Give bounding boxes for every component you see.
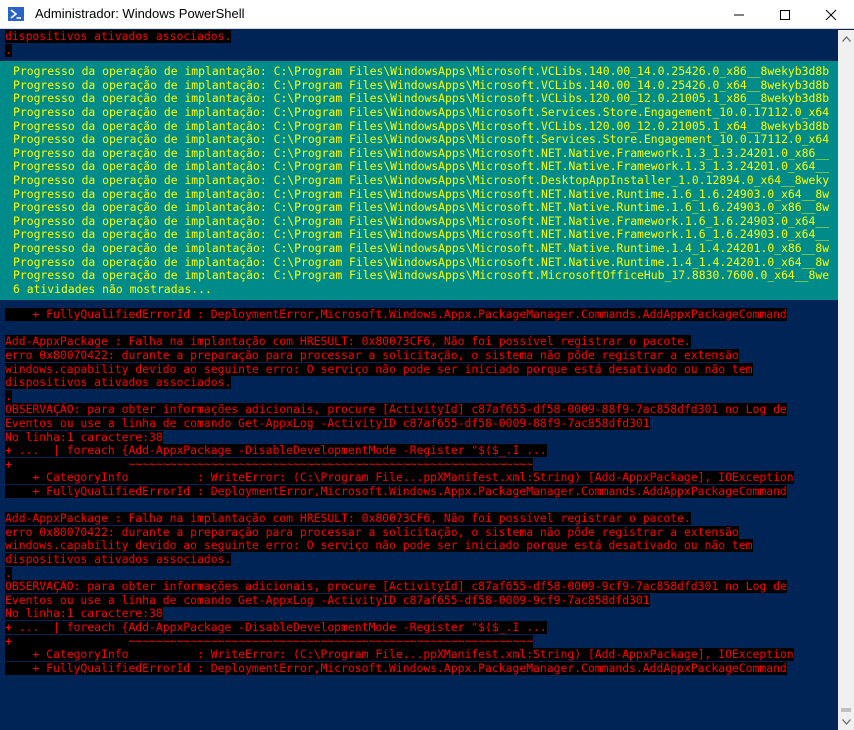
title-bar[interactable]: Administrador: Windows PowerShell	[0, 0, 854, 29]
window-title: Administrador: Windows PowerShell	[35, 6, 245, 21]
error-line: OBSERVAÇÃO: para obter informações adici…	[5, 403, 787, 417]
progress-line: Progresso da operação de implantação: C:…	[13, 187, 830, 201]
error-line: dispositivos ativados associados.	[5, 30, 232, 43]
progress-line: Progresso da operação de implantação: C:…	[13, 78, 830, 92]
chevron-down-icon	[841, 718, 851, 725]
error-line: .	[5, 566, 12, 580]
error-line: OBSERVAÇÃO: para obter informações adici…	[5, 580, 787, 594]
error-line: windows.capability devido ao seguinte er…	[5, 362, 753, 376]
maximize-button[interactable]	[762, 0, 808, 29]
chevron-up-icon	[841, 35, 851, 42]
error-line: + FullyQualifiedErrorId : DeploymentErro…	[5, 308, 787, 322]
progress-line: Progresso da operação de implantação: C:…	[13, 160, 830, 174]
close-button[interactable]	[808, 0, 854, 29]
progress-line: Progresso da operação de implantação: C:…	[13, 92, 830, 106]
error-line: + CategoryInfo : WriteError: (C:\Program…	[5, 471, 794, 485]
error-line: Add-AppxPackage : Falha na implantação c…	[5, 335, 691, 349]
error-line: dispositivos ativados associados.	[5, 376, 232, 390]
progress-line: Progresso da operação de implantação: C:…	[13, 269, 830, 283]
close-icon	[825, 9, 837, 20]
minimize-button[interactable]	[716, 0, 762, 29]
minimize-icon	[734, 14, 744, 15]
error-line: erro 0x80070422: durante a preparação pa…	[5, 349, 739, 363]
progress-line: Progresso da operação de implantação: C:…	[13, 228, 830, 242]
error-line: .	[5, 389, 12, 403]
scroll-down-button[interactable]	[838, 713, 854, 730]
progress-line: Progresso da operação de implantação: C:…	[13, 201, 830, 215]
progress-line: Progresso da operação de implantação: C:…	[13, 146, 830, 160]
error-line: + ~~~~~~~~~~~~~~~~~~~~~~~~~~~~~~~~~~~~~~…	[5, 634, 534, 648]
scroll-up-button[interactable]	[838, 30, 854, 47]
error-line: + ~~~~~~~~~~~~~~~~~~~~~~~~~~~~~~~~~~~~~~…	[5, 457, 534, 471]
error-line: Add-AppxPackage : Falha na implantação c…	[5, 512, 691, 526]
error-line: No linha:1 caractere:38	[5, 430, 163, 444]
error-line: windows.capability devido ao seguinte er…	[5, 539, 753, 553]
powershell-icon	[8, 7, 24, 21]
progress-line: Progresso da operação de implantação: C:…	[13, 241, 830, 255]
error-line: + ... | foreach {Add-AppxPackage -Disabl…	[5, 444, 547, 458]
progress-line: Progresso da operação de implantação: C:…	[13, 133, 830, 147]
error-line: + FullyQualifiedErrorId : DeploymentErro…	[5, 485, 787, 498]
maximize-icon	[780, 9, 790, 20]
progress-line: 6 atividades não mostradas...	[13, 282, 212, 296]
console-output[interactable]: dispositivos ativados associados.. Progr…	[0, 30, 838, 730]
error-line: + CategoryInfo : WriteError: (C:\Program…	[5, 648, 794, 662]
progress-line: Progresso da operação de implantação: C:…	[13, 65, 830, 79]
progress-line: Progresso da operação de implantação: C:…	[13, 255, 830, 269]
progress-line: Progresso da operação de implantação: C:…	[13, 105, 830, 119]
progress-line: Progresso da operação de implantação: C:…	[13, 214, 830, 228]
error-line: + FullyQualifiedErrorId : DeploymentErro…	[5, 661, 787, 675]
scrollbar-thumb[interactable]	[841, 708, 851, 712]
error-line: No linha:1 caractere:38	[5, 607, 163, 621]
error-line: .	[5, 43, 12, 57]
error-line: dispositivos ativados associados.	[5, 552, 232, 566]
progress-line: Progresso da operação de implantação: C:…	[13, 119, 830, 133]
progress-panel: Progresso da operação de implantação: C:…	[0, 61, 838, 301]
progress-line: Progresso da operação de implantação: C:…	[13, 173, 830, 187]
error-line: Eventos ou use a linha de comando Get-Ap…	[5, 593, 650, 607]
vertical-scrollbar[interactable]	[838, 30, 854, 730]
error-line: erro 0x80070422: durante a preparação pa…	[5, 525, 739, 539]
error-line: + ... | foreach {Add-AppxPackage -Disabl…	[5, 620, 547, 634]
error-line: Eventos ou use a linha de comando Get-Ap…	[5, 417, 650, 431]
